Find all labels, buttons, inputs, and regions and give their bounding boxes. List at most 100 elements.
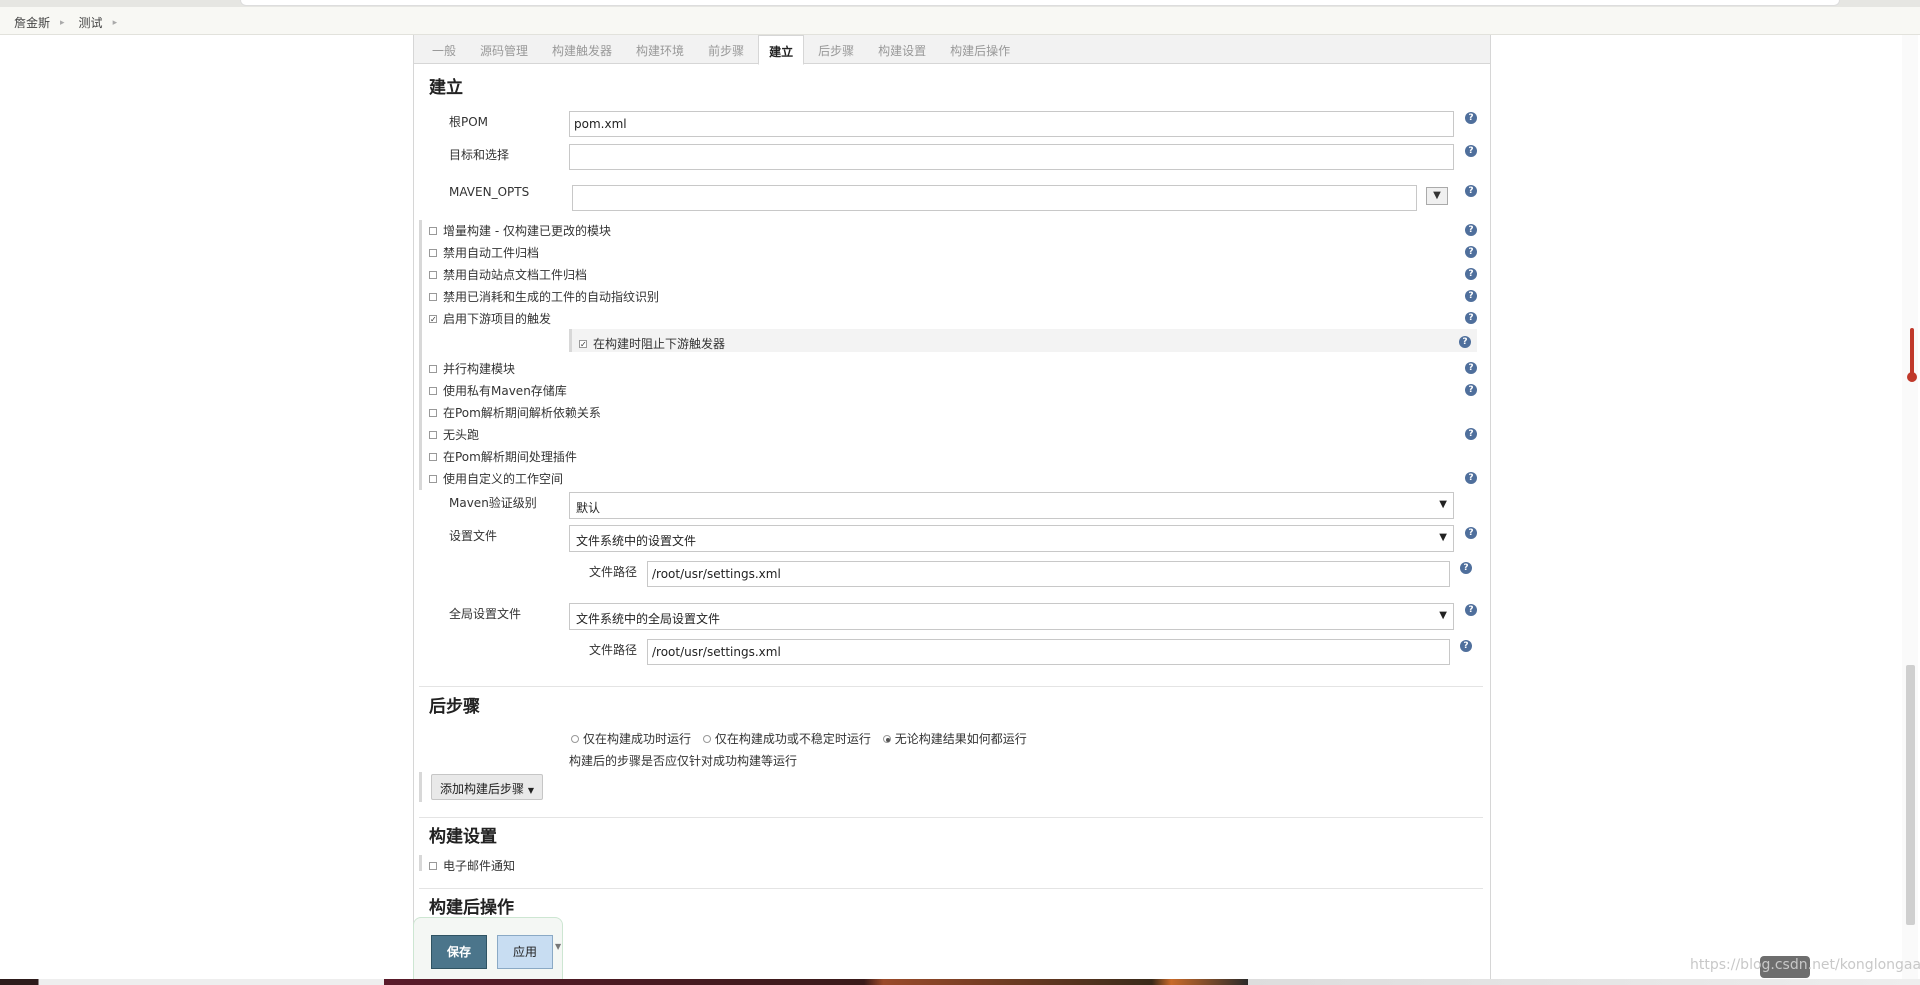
- help-icon[interactable]: ?: [1465, 224, 1477, 236]
- global-path-input[interactable]: /root/usr/settings.xml: [647, 639, 1450, 665]
- checkbox-resolve-deps[interactable]: 在Pom解析期间解析依赖关系: [429, 404, 601, 421]
- breadcrumb-item-jenkins[interactable]: 詹金斯: [14, 14, 50, 31]
- checkbox-disable-site[interactable]: 禁用自动站点文档工件归档: [429, 266, 587, 283]
- help-icon[interactable]: ?: [1465, 145, 1477, 157]
- checkbox-box[interactable]: [429, 270, 437, 279]
- validation-select[interactable]: 默认 ▼: [569, 492, 1454, 519]
- divider: [419, 686, 1483, 687]
- help-icon[interactable]: ?: [1465, 428, 1477, 440]
- divider: [419, 888, 1483, 889]
- maven-opts-input[interactable]: [572, 185, 1417, 211]
- tab-environment[interactable]: 构建环境: [626, 35, 694, 63]
- breadcrumb-item-test[interactable]: 测试: [79, 14, 103, 31]
- add-post-step-button[interactable]: 添加构建后步骤 ▼: [431, 774, 543, 800]
- radio-unstable[interactable]: 仅在构建成功或不稳定时运行: [702, 730, 871, 747]
- checkbox-box[interactable]: ✓: [429, 314, 437, 323]
- tab-scm[interactable]: 源码管理: [470, 35, 538, 63]
- checkbox-box[interactable]: [429, 292, 437, 301]
- config-tabs: 一般 源码管理 构建触发器 构建环境 前步骤 建立 后步骤 构建设置 构建后操作: [414, 35, 1490, 65]
- caret-down-icon: ▼: [527, 786, 534, 795]
- checkbox-parallel[interactable]: 并行构建模块: [429, 360, 515, 377]
- triangle-down-icon: ▼: [1439, 499, 1447, 510]
- maven-opts-label: MAVEN_OPTS: [449, 185, 530, 199]
- scrollbar-thumb[interactable]: [1906, 665, 1915, 925]
- expand-button[interactable]: ▼: [1426, 187, 1448, 205]
- tab-build-settings[interactable]: 构建设置: [868, 35, 936, 63]
- checkbox-disable-fingerprint[interactable]: 禁用已消耗和生成的工件的自动指纹识别: [429, 288, 659, 305]
- global-settings-label: 全局设置文件: [449, 607, 522, 621]
- thermometer-bulb-icon: [1907, 372, 1917, 382]
- action-bar: 保存 应用 ▼: [413, 917, 563, 985]
- settings-path-input[interactable]: /root/usr/settings.xml: [647, 561, 1450, 587]
- chevron-right-icon: ▸: [60, 17, 65, 28]
- checkbox-disable-artifact[interactable]: 禁用自动工件归档: [429, 244, 539, 261]
- radio-dot[interactable]: [702, 734, 711, 743]
- help-icon[interactable]: ?: [1465, 527, 1477, 539]
- apply-button[interactable]: 应用: [497, 935, 553, 969]
- help-icon[interactable]: ?: [1459, 336, 1471, 348]
- help-icon[interactable]: ?: [1465, 384, 1477, 396]
- section-title-build-settings: 构建设置: [429, 827, 497, 847]
- help-icon[interactable]: ?: [1460, 640, 1472, 652]
- checkbox-box[interactable]: [429, 248, 437, 257]
- help-icon[interactable]: ?: [1465, 290, 1477, 302]
- options-border: [419, 220, 422, 490]
- tab-post-steps[interactable]: 后步骤: [808, 35, 864, 63]
- tab-build[interactable]: 建立: [758, 35, 805, 65]
- triangle-down-icon: ▼: [1439, 610, 1447, 621]
- checkbox-box[interactable]: [429, 386, 437, 395]
- help-icon[interactable]: ?: [1465, 268, 1477, 280]
- help-icon[interactable]: ?: [1465, 112, 1477, 124]
- tab-pre-steps[interactable]: 前步骤: [698, 35, 754, 63]
- checkbox-box[interactable]: [429, 474, 437, 483]
- help-icon[interactable]: ?: [1465, 472, 1477, 484]
- section-title-build: 建立: [429, 78, 463, 98]
- checkbox-incremental[interactable]: 增量构建 - 仅构建已更改的模块: [429, 222, 611, 239]
- checkbox-box[interactable]: [429, 226, 437, 235]
- help-icon[interactable]: ?: [1465, 604, 1477, 616]
- help-icon[interactable]: ?: [1465, 185, 1477, 197]
- checkbox-box[interactable]: [429, 364, 437, 373]
- radio-success[interactable]: 仅在构建成功时运行: [571, 730, 691, 747]
- section-title-post-build: 构建后操作: [429, 898, 514, 918]
- save-button[interactable]: 保存: [431, 935, 487, 969]
- breadcrumb: 詹金斯 ▸ 测试 ▸: [14, 14, 131, 31]
- help-icon[interactable]: ?: [1465, 246, 1477, 258]
- settings-select[interactable]: 文件系统中的设置文件 ▼: [569, 525, 1454, 552]
- global-settings-select[interactable]: 文件系统中的全局设置文件 ▼: [569, 603, 1454, 630]
- browser-strip: [0, 0, 1920, 7]
- goals-label: 目标和选择: [449, 148, 510, 162]
- radio-dot[interactable]: [882, 734, 891, 743]
- chevron-right-icon: ▸: [112, 17, 118, 28]
- tab-triggers[interactable]: 构建触发器: [542, 35, 622, 63]
- help-icon[interactable]: ?: [1465, 312, 1477, 324]
- radio-always[interactable]: 无论构建结果如何都运行: [882, 730, 1027, 747]
- checkbox-headless[interactable]: 无头跑: [429, 426, 479, 443]
- help-icon[interactable]: ?: [1460, 562, 1472, 574]
- tab-general[interactable]: 一般: [422, 35, 466, 63]
- checkbox-block-downstream[interactable]: ✓ 在构建时阻止下游触发器: [579, 335, 725, 352]
- checkbox-custom-workspace[interactable]: 使用自定义的工作空间: [429, 470, 563, 487]
- checkbox-box[interactable]: [429, 861, 437, 870]
- checkbox-box[interactable]: ✓: [579, 339, 587, 348]
- global-path-label: 文件路径: [589, 643, 638, 657]
- radio-dot[interactable]: [571, 734, 579, 743]
- goals-input[interactable]: [569, 144, 1454, 170]
- settings-path-label: 文件路径: [589, 565, 638, 579]
- settings-label: 设置文件: [449, 529, 498, 543]
- checkbox-box[interactable]: [429, 408, 437, 417]
- checkbox-box[interactable]: [429, 430, 437, 439]
- checkbox-box[interactable]: [429, 452, 437, 461]
- checkbox-enable-downstream[interactable]: ✓ 启用下游项目的触发: [429, 310, 551, 327]
- validation-label: Maven验证级别: [449, 496, 537, 510]
- help-icon[interactable]: ?: [1465, 362, 1477, 374]
- root-pom-input[interactable]: pom.xml: [569, 111, 1454, 137]
- top-bar: 詹金斯 ▸ 测试 ▸: [0, 0, 1920, 35]
- email-border: [419, 855, 422, 871]
- tab-post-build[interactable]: 构建后操作: [940, 35, 1020, 63]
- checkbox-private-repo[interactable]: 使用私有Maven存储库: [429, 382, 567, 399]
- watermark: https://blog.csdn.net/konglongaa: [1690, 957, 1920, 973]
- checkbox-process-plugins[interactable]: 在Pom解析期间处理插件: [429, 448, 577, 465]
- checkbox-email-notification[interactable]: 电子邮件通知: [429, 857, 515, 874]
- post-steps-radio-group: 仅在构建成功时运行 仅在构建成功或不稳定时运行 无论构建结果如何都运行: [571, 730, 1035, 747]
